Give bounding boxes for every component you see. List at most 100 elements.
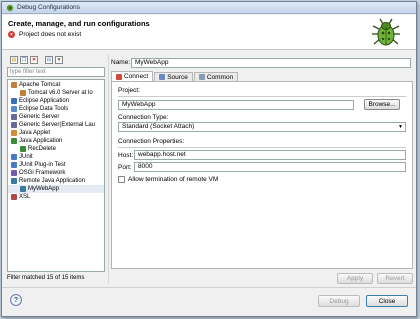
tree-item[interactable]: JUnit Plug-in Test	[8, 161, 104, 169]
tree-item[interactable]: Java Applet	[8, 129, 104, 137]
tree-item-label: Tomcat v6.0 Server at lo	[28, 90, 93, 96]
port-label: Port:	[118, 163, 132, 171]
config-tabs: Connect Source Common	[111, 71, 413, 81]
filter-input[interactable]: type filter text	[7, 67, 105, 77]
tree-item[interactable]: XSL	[8, 193, 104, 201]
tree-item[interactable]: Eclipse Application	[8, 97, 104, 105]
chevron-down-icon: ▼	[398, 124, 403, 130]
browse-button[interactable]: Browse...	[364, 99, 400, 110]
connection-properties-label: Connection Properties:	[118, 138, 185, 145]
apply-button[interactable]: Apply	[337, 273, 373, 284]
connect-tab-icon	[116, 73, 122, 80]
connection-type-value: Standard (Socket Attach)	[122, 123, 195, 130]
delete-icon[interactable]: ✕	[30, 55, 38, 64]
launch-config-icon	[20, 186, 26, 192]
configuration-tree[interactable]: Apache Tomcat Tomcat v6.0 Server at lo Ecl…	[7, 79, 105, 272]
filter-status: Filter matched 15 of 15 items	[7, 275, 85, 281]
launch-config-icon	[20, 90, 26, 96]
debug-banner-bug-icon	[372, 18, 400, 46]
configuration-tree-pane: ▤ ❐ ✕ ⊟ ▼ type filter text Apache Tomcat…	[7, 54, 106, 284]
new-config-icon[interactable]: ▤	[10, 55, 18, 64]
bottom-separator	[2, 287, 416, 288]
tree-item[interactable]: MyWebApp	[8, 185, 104, 193]
tree-item[interactable]: RecDelete	[8, 145, 104, 153]
tree-item[interactable]: Apache Tomcat	[8, 81, 104, 89]
error-icon: ×	[8, 31, 15, 38]
launch-config-icon	[11, 162, 17, 168]
launch-config-icon	[11, 98, 17, 104]
tab-source-label: Source	[167, 73, 188, 81]
debug-configurations-window: Debug Configurations Create, manage, and…	[1, 1, 417, 317]
allow-termination-label: Allow termination of remote VM	[128, 176, 219, 183]
tree-item-label: Java Application	[19, 138, 63, 144]
header-title: Create, manage, and run configurations	[8, 19, 150, 28]
name-row: Name: MyWebApp	[111, 57, 413, 68]
collapse-all-icon[interactable]: ⊟	[45, 55, 53, 64]
duplicate-icon[interactable]: ❐	[20, 55, 28, 64]
host-label: Host:	[118, 151, 134, 159]
tree-item[interactable]: Eclipse Data Tools	[8, 105, 104, 113]
launch-config-icon	[11, 82, 17, 88]
launch-config-icon	[20, 146, 26, 152]
name-label: Name:	[111, 59, 131, 66]
host-field[interactable]: webapp.host.net	[134, 150, 406, 160]
error-text: Project does not exist	[19, 31, 82, 38]
connection-properties-group: Host: webapp.host.net Port: 8000	[118, 147, 406, 172]
tree-item-label: Eclipse Application	[19, 98, 70, 104]
launch-config-icon	[11, 130, 17, 136]
tab-connect[interactable]: Connect	[111, 71, 154, 81]
configuration-editor: Name: MyWebApp Connect Source Common Pro…	[111, 57, 413, 284]
tree-item-label: JUnit	[19, 154, 33, 160]
revert-button[interactable]: Revert	[377, 273, 413, 284]
launch-config-icon	[11, 106, 17, 112]
tree-item-label: Remote Java Application	[19, 178, 86, 184]
tree-item[interactable]: Remote Java Application	[8, 177, 104, 185]
pane-divider[interactable]	[108, 54, 109, 284]
project-group: MyWebApp Browse...	[118, 96, 406, 110]
tree-item-label: Generic Server	[19, 114, 60, 120]
connection-type-select[interactable]: Standard (Socket Attach) ▼	[118, 122, 406, 132]
tree-item-label: Apache Tomcat	[19, 82, 61, 88]
tree-item[interactable]: OSGi Framework	[8, 169, 104, 177]
filter-icon[interactable]: ▼	[55, 55, 63, 64]
allow-termination-checkbox[interactable]	[118, 176, 125, 183]
port-field[interactable]: 8000	[134, 162, 406, 172]
common-tab-icon	[198, 74, 205, 80]
window-title: Debug Configurations	[17, 4, 80, 11]
tree-item[interactable]: Generic Server(External Lau	[8, 121, 104, 129]
tree-item-label: RecDelete	[28, 146, 57, 152]
tree-item-label: OSGi Framework	[19, 170, 66, 176]
help-icon[interactable]: ?	[10, 294, 22, 306]
launch-config-icon	[11, 138, 17, 144]
name-input[interactable]: MyWebApp	[131, 57, 411, 68]
tab-common-label: Common	[206, 73, 234, 81]
tree-item-label: Java Applet	[19, 130, 51, 136]
project-label: Project:	[118, 87, 141, 94]
connect-panel: Project: MyWebApp Browse... Connection T…	[111, 81, 413, 269]
launch-config-icon	[11, 178, 17, 184]
tab-common[interactable]: Common	[193, 72, 239, 81]
tree-toolbar: ▤ ❐ ✕ ⊟ ▼	[7, 54, 106, 65]
tab-source[interactable]: Source	[154, 72, 193, 81]
launch-config-icon	[11, 122, 17, 128]
launch-config-icon	[11, 170, 17, 176]
tree-item-label: XSL	[19, 194, 31, 200]
tree-item[interactable]: JUnit	[8, 153, 104, 161]
tree-item[interactable]: Tomcat v6.0 Server at lo	[8, 89, 104, 97]
connection-type-label: Connection Type:	[118, 114, 169, 121]
title-bar: Debug Configurations	[2, 2, 416, 14]
error-message: × Project does not exist	[8, 31, 81, 38]
project-field[interactable]: MyWebApp	[118, 99, 354, 110]
tree-item-label: MyWebApp	[28, 186, 59, 192]
launch-config-icon	[11, 114, 17, 120]
close-button[interactable]: Close	[366, 295, 408, 307]
tree-item[interactable]: Generic Server	[8, 113, 104, 121]
source-tab-icon	[159, 74, 166, 80]
tree-item-label: Generic Server(External Lau	[19, 122, 96, 128]
dialog-header: Create, manage, and run configurations ×…	[2, 15, 416, 50]
tree-item[interactable]: Java Application	[8, 137, 104, 145]
tab-connect-label: Connect	[124, 73, 149, 80]
debug-button[interactable]: Debug	[318, 295, 360, 307]
allow-termination-row[interactable]: Allow termination of remote VM	[118, 176, 406, 183]
debug-bug-icon	[6, 4, 14, 11]
